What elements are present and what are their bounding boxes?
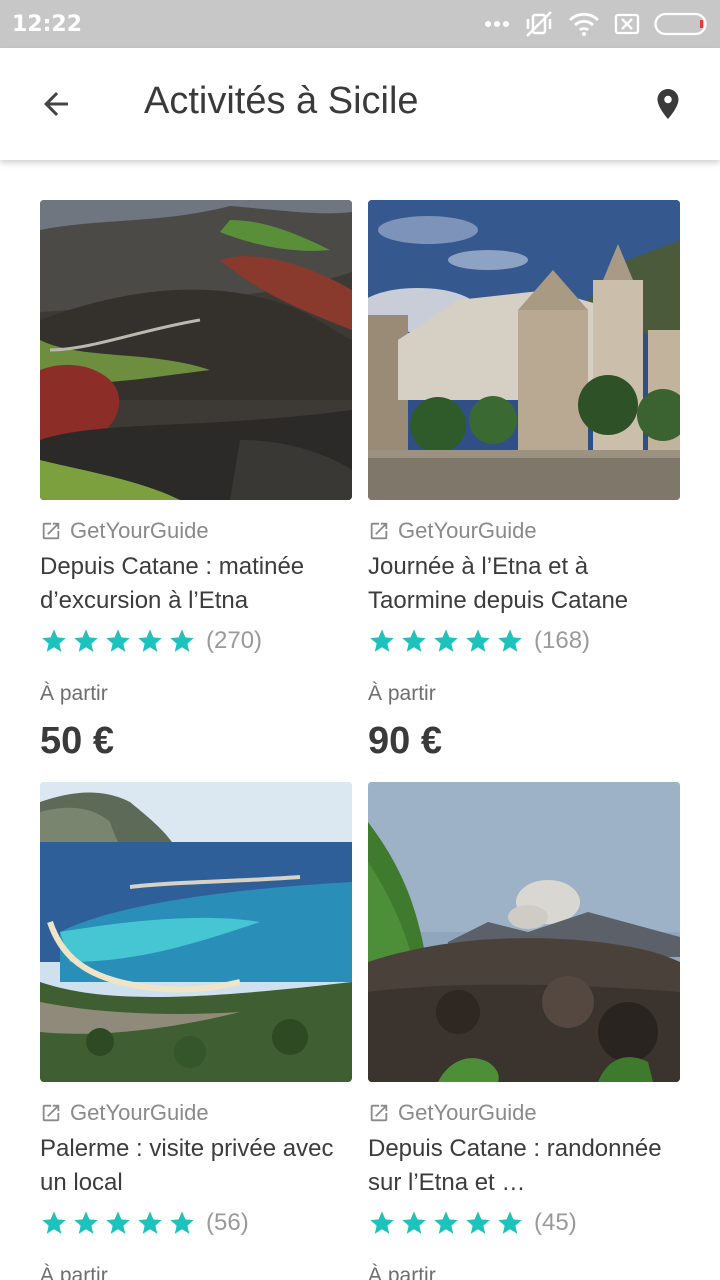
star-icon [466, 629, 490, 652]
page-title: Activités à Sicile [144, 80, 419, 122]
app-bar: Activités à Sicile [0, 48, 720, 160]
price-label: À partir [368, 682, 436, 705]
activity-title: Palerme : visite privée avec un local [40, 1135, 334, 1196]
status-bar: 12:22 [0, 0, 720, 48]
star-icon [402, 629, 426, 652]
star-icon [42, 629, 66, 652]
rating-row: (45) [368, 1208, 680, 1238]
activity-title: Depuis Catane : randonnée sur l’Etna et … [368, 1135, 662, 1196]
review-count: (45) [534, 1209, 577, 1236]
activity-image-etna-volcanic-landscape [40, 200, 352, 500]
price: 50 € [40, 720, 114, 762]
price-label: À partir [40, 682, 108, 705]
provider-name: GetYourGuide [398, 518, 537, 543]
star-rating [368, 627, 524, 655]
provider-name: GetYourGuide [70, 1100, 209, 1125]
activity-title: Depuis Catane : matinée d’excursion à l’… [40, 553, 305, 614]
arrow-back-icon [44, 92, 68, 116]
star-icon [370, 629, 394, 652]
activity-grid: GetYourGuide Depuis Catane : matinée d’e… [40, 200, 680, 1280]
activity-image-taormina-square-church [368, 200, 680, 500]
star-rating [40, 1209, 196, 1237]
star-icon [42, 1211, 66, 1234]
star-icon [170, 1211, 194, 1234]
status-icons [484, 10, 708, 38]
price-label: À partir [368, 1264, 436, 1280]
external-link-icon [42, 1104, 60, 1122]
location-pin-icon [657, 89, 679, 119]
provider-row: GetYourGuide [368, 518, 680, 544]
star-icon [466, 1211, 490, 1234]
star-icon [106, 1211, 130, 1234]
star-icon [170, 629, 194, 652]
star-rating [368, 1209, 524, 1237]
external-link-icon [370, 1104, 388, 1122]
activity-image-etna-lava-field [368, 782, 680, 1082]
review-count: (56) [206, 1209, 249, 1236]
rating-row: (270) [40, 626, 352, 656]
review-count: (168) [534, 627, 591, 654]
star-icon [74, 1211, 98, 1234]
map-button[interactable] [642, 78, 694, 130]
external-link-icon [42, 522, 60, 540]
star-icon [138, 1211, 162, 1234]
star-icon [498, 629, 522, 652]
provider-row: GetYourGuide [368, 1100, 680, 1126]
star-icon [106, 629, 130, 652]
battery-icon [654, 12, 707, 36]
star-icon [498, 1211, 522, 1234]
provider-name: GetYourGuide [398, 1100, 537, 1125]
provider-row: GetYourGuide [40, 1100, 352, 1126]
provider-row: GetYourGuide [40, 518, 352, 544]
back-button[interactable] [30, 78, 82, 130]
star-rating [40, 627, 196, 655]
star-icon [434, 1211, 458, 1234]
status-time: 12:22 [12, 11, 83, 37]
review-count: (270) [206, 627, 263, 654]
star-icon [138, 629, 162, 652]
wifi-icon [569, 12, 599, 36]
price-label: À partir [40, 1264, 108, 1280]
activity-card[interactable]: GetYourGuide Depuis Catane : randonnée s… [368, 782, 680, 1280]
activity-card[interactable]: GetYourGuide Depuis Catane : matinée d’e… [40, 200, 352, 762]
provider-name: GetYourGuide [70, 518, 209, 543]
price: 90 € [368, 720, 442, 762]
star-icon [434, 629, 458, 652]
rating-row: (56) [40, 1208, 352, 1238]
no-sim-icon [614, 13, 640, 35]
activity-title: Journée à l’Etna et à Taormine depuis Ca… [368, 553, 629, 614]
more-notifications-icon [485, 21, 509, 27]
star-icon [74, 629, 98, 652]
external-link-icon [370, 522, 388, 540]
star-icon [402, 1211, 426, 1234]
vibrate-muted-icon [526, 11, 552, 37]
activity-card[interactable]: GetYourGuide Journée à l’Etna et à Taorm… [368, 200, 680, 762]
star-icon [370, 1211, 394, 1234]
rating-row: (168) [368, 626, 680, 656]
activity-card[interactable]: GetYourGuide Palerme : visite privée ave… [40, 782, 352, 1280]
activity-image-palermo-mondello-bay [40, 782, 352, 1082]
